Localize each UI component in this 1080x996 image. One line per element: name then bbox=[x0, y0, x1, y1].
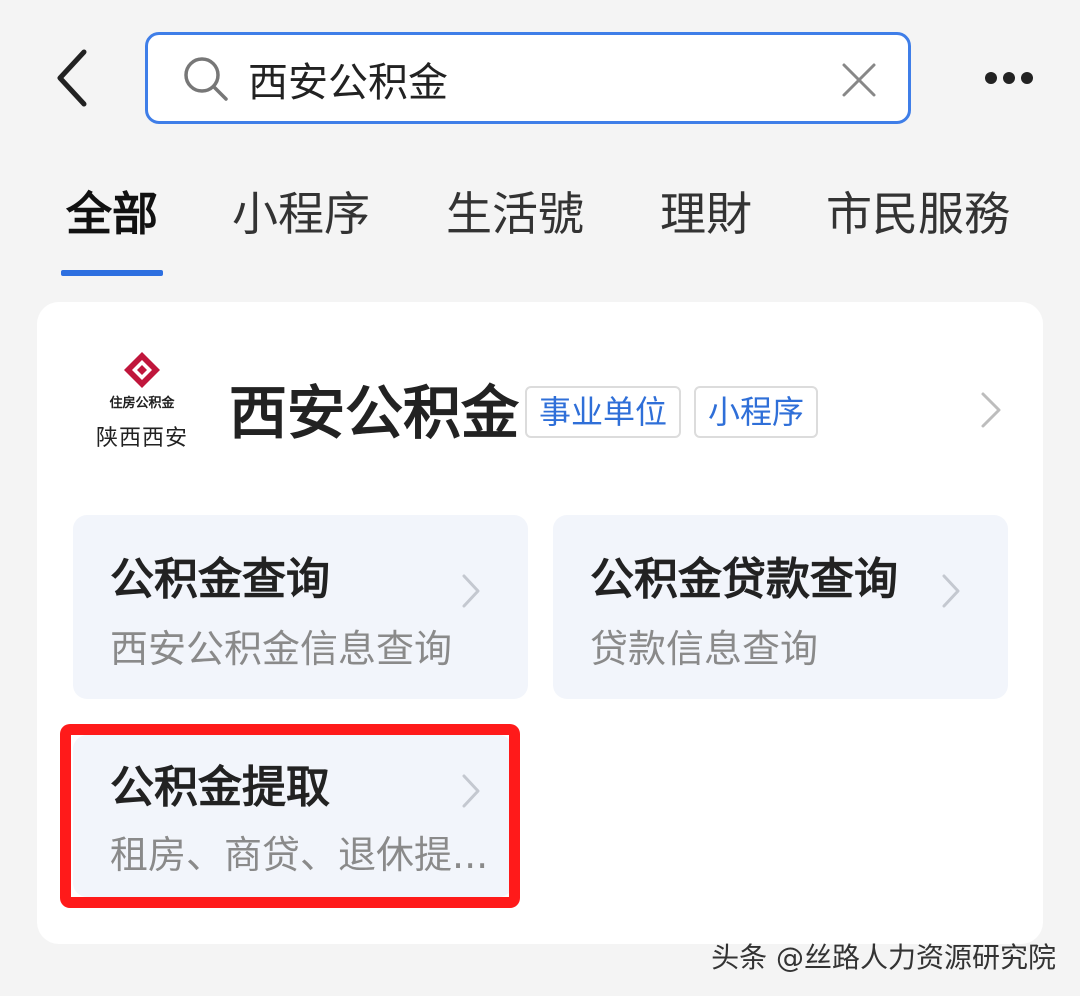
more-options-icon[interactable] bbox=[982, 64, 1036, 92]
chevron-right-icon bbox=[942, 574, 960, 608]
tab-all[interactable]: 全部 bbox=[66, 186, 158, 242]
close-icon[interactable] bbox=[840, 61, 878, 99]
active-tab-indicator bbox=[61, 270, 163, 276]
logo-city-text: 陕西西安 bbox=[95, 426, 188, 451]
tab-finance[interactable]: 理財 bbox=[660, 186, 752, 242]
tab-citizen-services[interactable]: 市民服務 bbox=[826, 186, 1010, 242]
tile-title: 公积金贷款查询 bbox=[590, 554, 898, 605]
category-tabs: 全部 小程序 生活號 理財 市民服務 bbox=[0, 170, 1080, 280]
chevron-right-icon bbox=[462, 574, 480, 608]
search-input[interactable] bbox=[248, 49, 808, 109]
tile-title: 公积金提取 bbox=[110, 762, 330, 813]
service-title[interactable]: 西安公积金 bbox=[229, 380, 519, 446]
tile-fund-query[interactable]: 公积金查询 西安公积金信息查询 bbox=[73, 515, 528, 699]
result-card: 住房公积金 陕西西安 西安公积金 事业单位 小程序 公积金查询 西安公积金信息查… bbox=[37, 302, 1043, 944]
tile-subtitle: 租房、商贷、退休提... bbox=[110, 833, 489, 877]
tile-loan-query[interactable]: 公积金贷款查询 贷款信息查询 bbox=[553, 515, 1008, 699]
tag-mini-program: 小程序 bbox=[694, 386, 819, 438]
back-button[interactable] bbox=[48, 46, 98, 110]
chevron-right-icon bbox=[462, 774, 480, 808]
top-bar bbox=[0, 0, 1080, 150]
watermark: 头条 @丝路人力资源研究院 bbox=[711, 941, 1056, 974]
search-icon bbox=[184, 57, 228, 101]
tile-subtitle: 西安公积金信息查询 bbox=[110, 627, 453, 671]
tile-subtitle: 贷款信息查询 bbox=[590, 627, 819, 671]
tab-mini-programs[interactable]: 小程序 bbox=[232, 186, 370, 242]
housing-fund-logo[interactable]: 住房公积金 陕西西安 bbox=[77, 340, 207, 470]
chevron-left-icon bbox=[57, 49, 87, 107]
housing-fund-emblem-icon bbox=[124, 352, 160, 388]
tab-life-accounts[interactable]: 生活號 bbox=[446, 186, 584, 242]
chevron-right-icon[interactable] bbox=[977, 390, 1005, 430]
tag-institution: 事业单位 bbox=[525, 386, 682, 438]
tile-title: 公积金查询 bbox=[110, 554, 330, 605]
tile-fund-withdrawal[interactable]: 公积金提取 租房、商贷、退休提... bbox=[73, 735, 513, 897]
search-box[interactable] bbox=[145, 32, 911, 124]
logo-caption: 住房公积金 bbox=[109, 396, 175, 411]
